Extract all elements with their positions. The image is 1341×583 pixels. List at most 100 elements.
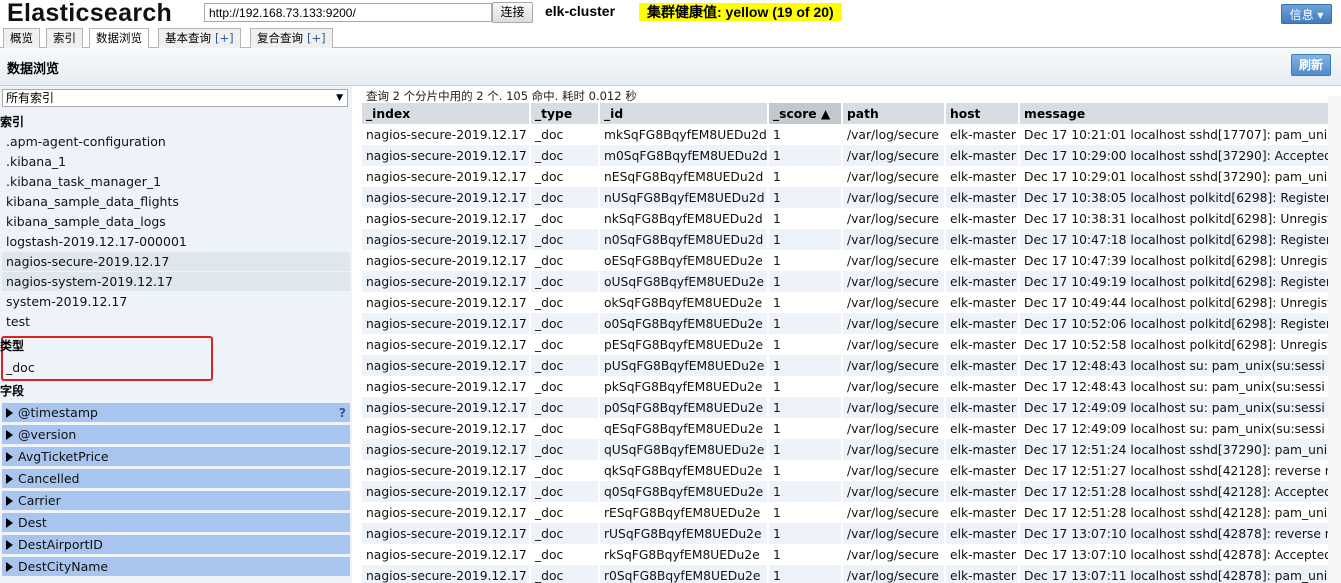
column-header[interactable]: _id (599, 103, 769, 124)
table-cell: nagios-secure-2019.12.17 (362, 166, 531, 187)
table-row[interactable]: nagios-secure-2019.12.17 _doc rkSqFG8BqyfE… (362, 544, 1341, 565)
table-cell: elk-master (945, 460, 1020, 481)
type-item[interactable]: _doc (2, 358, 350, 377)
tab-overview[interactable]: 概览 (3, 28, 40, 48)
index-item[interactable]: system-2019.12.17 (2, 292, 350, 311)
table-cell: nagios-secure-2019.12.17 (362, 229, 531, 250)
fields-header: 字段 (0, 384, 25, 398)
table-cell: elk-master (945, 355, 1020, 376)
table-cell: elk-master (945, 271, 1020, 292)
tab-data-browser[interactable]: 数据浏览 (89, 28, 149, 49)
tab-add[interactable]: [+] (215, 31, 234, 45)
table-row[interactable]: nagios-secure-2019.12.17 _doc okSqFG8BqyfE… (362, 292, 1341, 313)
table-row[interactable]: nagios-secure-2019.12.17 _doc oUSqFG8BqyfE… (362, 271, 1341, 292)
url-input[interactable]: http://192.168.73.133:9200/ (204, 3, 492, 22)
table-cell: /var/log/secure (842, 124, 946, 145)
expand-arrow-icon[interactable] (6, 496, 13, 506)
table-cell: Dec 17 10:38:05 localhost polkitd[6298]:… (1019, 187, 1341, 208)
field-label: @timestamp (18, 405, 98, 420)
field-item[interactable]: DestAirportID (2, 535, 350, 554)
tab-add[interactable]: [+] (307, 31, 326, 45)
table-row[interactable]: nagios-secure-2019.12.17 _doc pkSqFG8BqyfE… (362, 376, 1341, 397)
app-title: Elasticsearch (7, 0, 173, 27)
table-cell: 1 (768, 418, 843, 439)
refresh-button[interactable]: 刷新 (1291, 54, 1331, 76)
table-row[interactable]: nagios-secure-2019.12.17 _doc nUSqFG8BqyfE… (362, 187, 1341, 208)
table-row[interactable]: nagios-secure-2019.12.17 _doc rUSqFG8BqyfE… (362, 523, 1341, 544)
field-item[interactable]: Carrier (2, 491, 350, 510)
expand-arrow-icon[interactable] (6, 474, 13, 484)
column-header[interactable]: message (1019, 103, 1341, 124)
column-header[interactable]: _type (530, 103, 600, 124)
table-cell: _doc (530, 460, 600, 481)
table-cell: _doc (530, 187, 600, 208)
table-row[interactable]: nagios-secure-2019.12.17 _doc nkSqFG8BqyfE… (362, 208, 1341, 229)
index-item[interactable]: test (2, 312, 350, 331)
table-row[interactable]: nagios-secure-2019.12.17 _doc m0SqFG8BqyfE… (362, 145, 1341, 166)
table-row[interactable]: nagios-secure-2019.12.17 _doc pESqFG8BqyfE… (362, 334, 1341, 355)
table-cell: /var/log/secure (842, 334, 946, 355)
index-select[interactable]: 所有索引 ▼ (2, 89, 348, 107)
index-item[interactable]: kibana_sample_data_logs (2, 212, 350, 231)
table-row[interactable]: nagios-secure-2019.12.17 _doc o0SqFG8BqyfE… (362, 313, 1341, 334)
index-item[interactable]: logstash-2019.12.17-000001 (2, 232, 350, 251)
table-row[interactable]: nagios-secure-2019.12.17 _doc mkSqFG8BqyfE… (362, 124, 1341, 145)
column-header[interactable]: _score ▲ (768, 103, 843, 124)
tab-indices[interactable]: 索引 (46, 28, 83, 48)
column-header[interactable]: path (842, 103, 946, 124)
column-header[interactable]: _index (362, 103, 531, 124)
index-item[interactable]: nagios-system-2019.12.17 (2, 272, 350, 291)
tab-basic-query[interactable]: 基本查询 [+] (158, 28, 241, 48)
table-cell: 1 (768, 502, 843, 523)
expand-arrow-icon[interactable] (6, 452, 13, 462)
field-item[interactable]: @timestamp? (2, 403, 350, 422)
table-row[interactable]: nagios-secure-2019.12.17 _doc qUSqFG8BqyfE… (362, 439, 1341, 460)
table-row[interactable]: nagios-secure-2019.12.17 _doc oESqFG8BqyfE… (362, 250, 1341, 271)
table-row[interactable]: nagios-secure-2019.12.17 _doc rESqFG8BqyfE… (362, 502, 1341, 523)
table-cell: rUSqFG8BqyfEM8UEDu2e (599, 523, 769, 544)
help-icon[interactable]: ? (339, 403, 346, 422)
field-item[interactable]: DestCityName (2, 557, 350, 576)
table-cell: 1 (768, 229, 843, 250)
info-menu-button[interactable]: 信息 ▾ (1281, 4, 1332, 24)
table-cell: elk-master (945, 292, 1020, 313)
index-item[interactable]: .kibana_task_manager_1 (2, 172, 350, 191)
field-item[interactable]: Dest (2, 513, 350, 532)
table-cell: 1 (768, 376, 843, 397)
table-cell: /var/log/secure (842, 166, 946, 187)
field-item[interactable]: @version (2, 425, 350, 444)
table-row[interactable]: nagios-secure-2019.12.17 _doc qkSqFG8BqyfE… (362, 460, 1341, 481)
table-cell: 1 (768, 250, 843, 271)
top-bar: Elasticsearch http://192.168.73.133:9200… (0, 0, 1341, 27)
expand-arrow-icon[interactable] (6, 430, 13, 440)
table-row[interactable]: nagios-secure-2019.12.17 _doc p0SqFG8BqyfE… (362, 397, 1341, 418)
expand-arrow-icon[interactable] (6, 518, 13, 528)
column-header[interactable]: host (945, 103, 1020, 124)
table-cell: Dec 17 10:52:06 localhost polkitd[6298]:… (1019, 313, 1341, 334)
index-item[interactable]: .kibana_1 (2, 152, 350, 171)
table-cell: 1 (768, 166, 843, 187)
field-item[interactable]: AvgTicketPrice (2, 447, 350, 466)
field-item[interactable]: Cancelled (2, 469, 350, 488)
table-cell: nagios-secure-2019.12.17 (362, 145, 531, 166)
table-cell: Dec 17 10:49:19 localhost polkitd[6298]:… (1019, 271, 1341, 292)
results-scrollbar[interactable] (1328, 96, 1341, 583)
table-row[interactable]: nagios-secure-2019.12.17 _doc r0SqFG8BqyfE… (362, 565, 1341, 583)
table-row[interactable]: nagios-secure-2019.12.17 _doc q0SqFG8BqyfE… (362, 481, 1341, 502)
index-item[interactable]: .apm-agent-configuration (2, 132, 350, 151)
index-item[interactable]: nagios-secure-2019.12.17 (2, 252, 350, 271)
index-item[interactable]: kibana_sample_data_flights (2, 192, 350, 211)
tab-compound-query[interactable]: 复合查询 [+] (250, 28, 333, 48)
indices-header: 索引 (0, 115, 25, 129)
table-row[interactable]: nagios-secure-2019.12.17 _doc pUSqFG8BqyfE… (362, 355, 1341, 376)
table-cell: Dec 17 13:07:10 localhost sshd[42878]: A… (1019, 544, 1341, 565)
table-row[interactable]: nagios-secure-2019.12.17 _doc nESqFG8BqyfE… (362, 166, 1341, 187)
connect-button[interactable]: 连接 (492, 2, 533, 23)
expand-arrow-icon[interactable] (6, 408, 13, 418)
expand-arrow-icon[interactable] (6, 562, 13, 572)
table-row[interactable]: nagios-secure-2019.12.17 _doc qESqFG8BqyfE… (362, 418, 1341, 439)
table-cell: elk-master (945, 481, 1020, 502)
table-row[interactable]: nagios-secure-2019.12.17 _doc n0SqFG8BqyfE… (362, 229, 1341, 250)
expand-arrow-icon[interactable] (6, 540, 13, 550)
tab-bar: 概览 索引 数据浏览 基本查询 [+] 复合查询 [+] (0, 27, 1341, 49)
